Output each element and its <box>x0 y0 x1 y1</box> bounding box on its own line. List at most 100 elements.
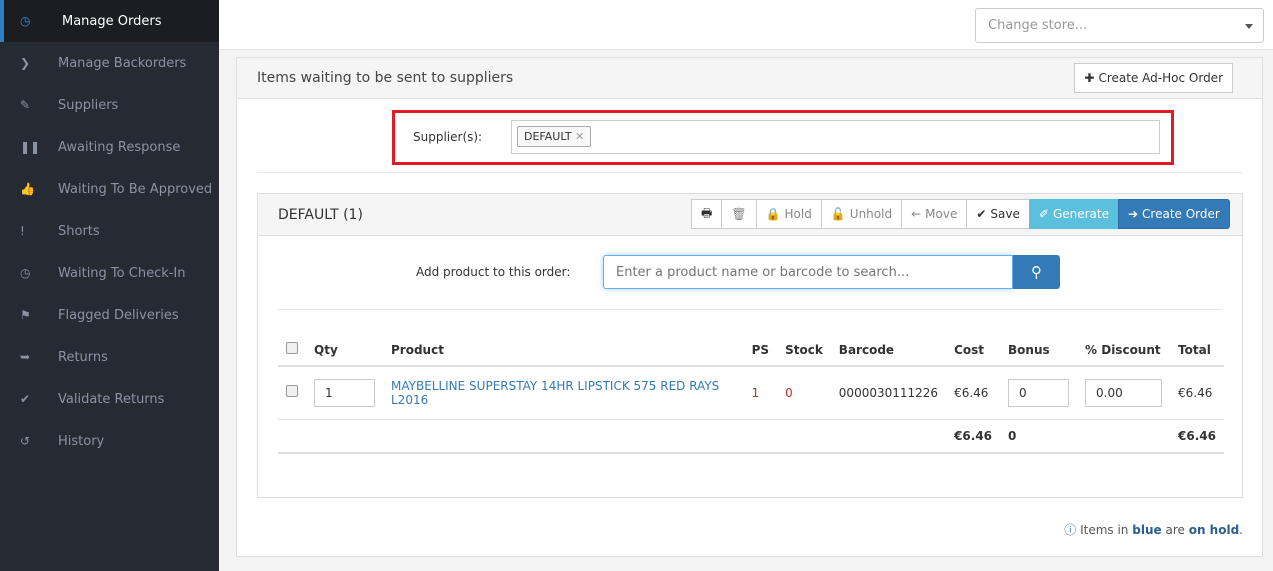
print-icon: 🖶 <box>701 205 713 220</box>
sidebar-item-label: Validate Returns <box>58 391 165 407</box>
search-button[interactable]: ⚲ <box>1013 255 1060 289</box>
note-text: . <box>1239 523 1243 537</box>
product-search-input[interactable] <box>603 255 1013 289</box>
plus-icon: ✚ <box>1084 71 1095 85</box>
col-product: Product <box>383 334 744 367</box>
sidebar-item-awaiting-response[interactable]: ❚❚ Awaiting Response <box>0 126 219 168</box>
store-select-placeholder: Change store... <box>988 18 1088 33</box>
sidebar-item-label: Returns <box>58 349 108 365</box>
sidebar-item-label: Manage Orders <box>62 13 162 29</box>
sidebar-item-label: Flagged Deliveries <box>58 307 179 323</box>
sidebar-item-label: Suppliers <box>58 97 119 113</box>
arrow-right-icon: ➔ <box>1127 207 1139 221</box>
generate-button[interactable]: ✐ Generate <box>1028 199 1119 229</box>
unhold-button[interactable]: 🔓 Unhold <box>820 199 903 229</box>
sidebar: ◷ Manage Orders ❯ Manage Backorders ✎ Supplie… <box>0 0 219 571</box>
flag-icon: ⚑ <box>20 308 31 322</box>
order-panel: DEFAULT (1) 🖶 🗑 🔒 Hold 🔓 Unhold ← Move ✔ Sav… <box>257 193 1243 498</box>
sidebar-item-flagged-deliveries[interactable]: ⚑ Flagged Deliveries <box>0 294 219 336</box>
row-checkbox[interactable] <box>286 385 298 398</box>
sidebar-item-manage-backorders[interactable]: ❯ Manage Backorders <box>0 42 219 84</box>
button-label: Create Ad-Hoc Order <box>1098 71 1223 85</box>
stock-value: 0 <box>777 366 831 420</box>
button-label: Unhold <box>849 207 893 221</box>
discount-input[interactable]: 0.00 <box>1085 378 1163 407</box>
total-bonus: 0 <box>1000 419 1078 454</box>
edit-icon: ✎ <box>20 98 31 112</box>
hold-legend-note: ⓘ Items in blue are on hold. <box>1064 521 1243 538</box>
total-value: €6.46 <box>1170 366 1224 420</box>
check-icon: ✔ <box>20 392 31 406</box>
col-discount: % Discount <box>1077 334 1171 367</box>
product-link[interactable]: MAYBELLINE SUPERSTAY 14HR LIPSTICK 575 R… <box>391 379 719 407</box>
sign-out-icon: ➥ <box>20 350 31 364</box>
check-icon: ✔ <box>976 207 987 221</box>
col-ps: PS <box>743 334 778 367</box>
note-text: Items in <box>1080 523 1129 537</box>
history-icon: ↺ <box>20 434 31 448</box>
sidebar-item-shorts[interactable]: ! Shorts <box>0 210 219 252</box>
store-select[interactable]: Change store... <box>975 8 1264 43</box>
bonus-input[interactable]: 0 <box>1008 378 1070 407</box>
create-order-button[interactable]: ➔ Create Order <box>1117 199 1230 229</box>
orders-panel: Items waiting to be sent to suppliers ✚ C… <box>236 57 1263 557</box>
exclamation-icon: ! <box>20 224 25 238</box>
note-text: are <box>1165 523 1185 537</box>
qty-input[interactable]: 1 <box>314 378 375 407</box>
save-button[interactable]: ✔ Save <box>966 199 1030 229</box>
button-label: Generate <box>1052 207 1109 221</box>
table-header: Qty Product PS Stock Barcode Cost Bonus … <box>278 334 1224 367</box>
create-adhoc-order-button[interactable]: ✚ Create Ad-Hoc Order <box>1074 63 1233 93</box>
caret-down-icon <box>1245 24 1253 33</box>
arrow-left-icon: ← <box>911 207 922 221</box>
totals-row: €6.46 0 €6.46 <box>278 419 1224 454</box>
info-icon: ⓘ <box>1064 523 1077 537</box>
sidebar-item-label: Waiting To Check-In <box>58 265 186 281</box>
note-blue: blue <box>1132 523 1162 537</box>
barcode-value: 0000030111226 <box>830 366 947 420</box>
sidebar-item-label: Awaiting Response <box>58 139 181 155</box>
move-button[interactable]: ← Move <box>901 199 968 229</box>
pause-icon: ❚❚ <box>20 140 41 154</box>
sidebar-item-validate-returns[interactable]: ✔ Validate Returns <box>0 378 219 420</box>
order-items-table: Qty Product PS Stock Barcode Cost Bonus … <box>278 334 1224 454</box>
select-all-checkbox[interactable] <box>286 342 298 354</box>
supplier-tag: DEFAULT ✕ <box>517 126 592 147</box>
sidebar-item-returns[interactable]: ➥ Returns <box>0 336 219 378</box>
sidebar-item-manage-orders[interactable]: ◷ Manage Orders <box>0 0 219 42</box>
col-barcode: Barcode <box>830 334 947 367</box>
order-toolbar: 🖶 🗑 🔒 Hold 🔓 Unhold ← Move ✔ Save ✐ Generate … <box>691 199 1230 229</box>
sidebar-item-label: History <box>58 433 105 449</box>
tag-label: DEFAULT <box>524 130 572 143</box>
add-product-label: Add product to this order: <box>416 265 571 279</box>
thumbs-up-icon: 👍 <box>20 182 35 196</box>
sidebar-item-history[interactable]: ↺ History <box>0 420 219 462</box>
clock-icon: ◷ <box>20 266 31 280</box>
clock-icon: ◷ <box>20 14 31 28</box>
ps-value: 1 <box>743 366 778 420</box>
sidebar-item-suppliers[interactable]: ✎ Suppliers <box>0 84 219 126</box>
magic-wand-icon: ✐ <box>1038 207 1049 221</box>
supplier-filter-highlight: Supplier(s): DEFAULT ✕ <box>392 110 1174 165</box>
sidebar-item-waiting-to-check-in[interactable]: ◷ Waiting To Check-In <box>0 252 219 294</box>
sidebar-item-label: Manage Backorders <box>58 55 187 71</box>
remove-tag-icon[interactable]: ✕ <box>575 130 584 143</box>
top-bar: Change store... <box>219 0 1273 50</box>
unlock-icon: 🔓 <box>830 207 846 221</box>
col-cost: Cost <box>946 334 1001 367</box>
col-stock: Stock <box>777 334 831 367</box>
print-button[interactable]: 🖶 <box>691 199 723 229</box>
cost-value: €6.46 <box>946 366 1001 420</box>
search-icon: ⚲ <box>1031 263 1042 281</box>
grand-total: €6.46 <box>1170 419 1224 454</box>
lock-icon: 🔒 <box>765 207 781 221</box>
delete-button[interactable]: 🗑 <box>721 199 757 229</box>
chevron-right-icon: ❯ <box>20 56 31 70</box>
hold-button[interactable]: 🔒 Hold <box>755 199 822 229</box>
table-row: 1 MAYBELLINE SUPERSTAY 14HR LIPSTICK 575… <box>278 366 1224 420</box>
button-label: Save <box>990 207 1020 221</box>
button-label: Create Order <box>1142 207 1220 221</box>
col-total: Total <box>1170 334 1224 367</box>
supplier-input[interactable]: DEFAULT ✕ <box>511 120 1160 154</box>
sidebar-item-waiting-to-be-approved[interactable]: 👍 Waiting To Be Approved <box>0 168 219 210</box>
